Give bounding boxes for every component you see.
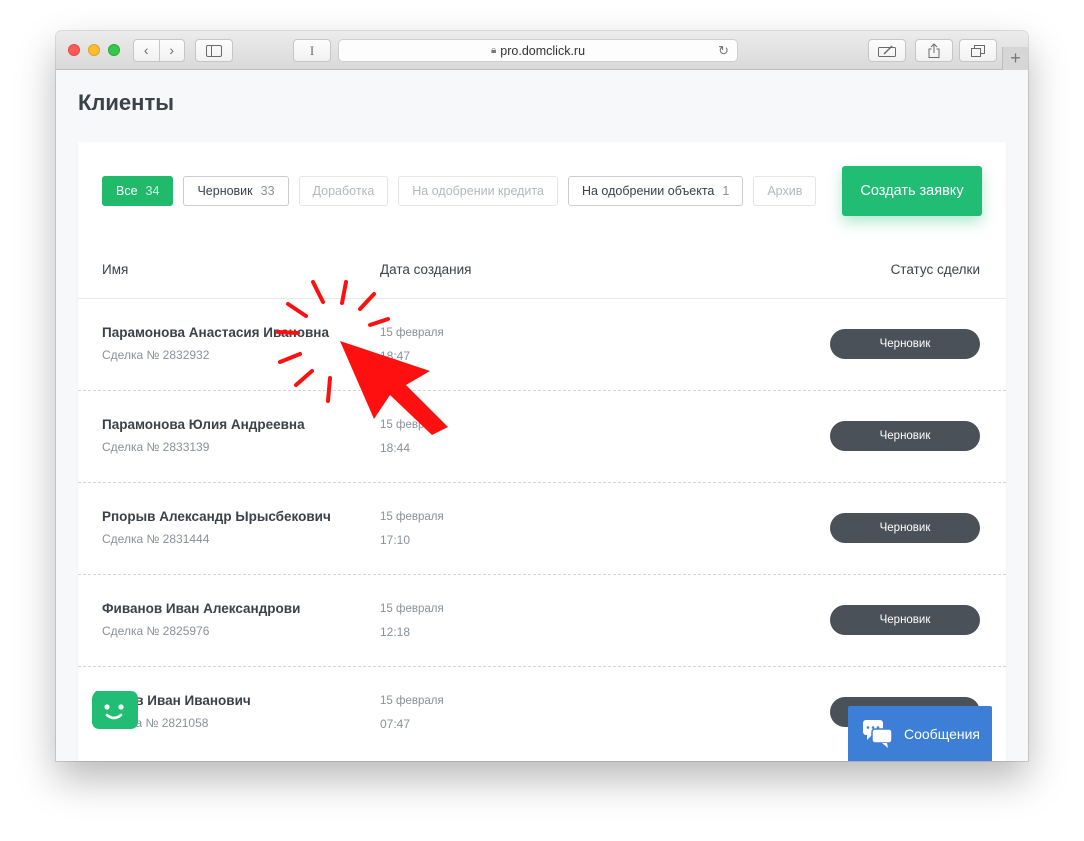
deal-number: ка № 2821058 (130, 716, 209, 730)
messages-widget[interactable]: Сообщения (848, 706, 992, 761)
status-badge: Черновик (830, 513, 980, 543)
zoom-window-button[interactable] (108, 44, 120, 56)
back-button[interactable]: ‹ (134, 40, 160, 61)
chat-bubbles-icon (863, 719, 893, 748)
page-title: Клиенты (78, 90, 175, 115)
deal-number: Сделка № 2825976 (102, 624, 210, 638)
created-time: 18:44 (380, 441, 411, 455)
filter-archive[interactable]: Архив (753, 176, 817, 206)
tabs-overview-button[interactable] (959, 39, 997, 62)
new-tab-button[interactable]: + (1002, 47, 1028, 70)
filter-all[interactable]: Все 34 (102, 176, 174, 206)
tabs-icon (971, 44, 985, 57)
filter-rework[interactable]: Доработка (298, 176, 389, 206)
lock-icon: 🔒︎ (490, 45, 497, 56)
filter-credit-approval[interactable]: На одобрении кредита (398, 176, 558, 206)
status-badge: Черновик (830, 605, 980, 635)
filter-count: 33 (260, 184, 275, 198)
filter-object-approval[interactable]: На одобрении объекта 1 (567, 176, 744, 206)
share-button[interactable] (915, 39, 953, 62)
deal-number: Сделка № 2832932 (102, 348, 210, 362)
filter-label: На одобрении кредита (412, 184, 544, 198)
client-name[interactable]: Парамонова Анастасия Ивановна (102, 325, 329, 340)
nav-buttons: ‹ › (133, 39, 185, 62)
sidebar-toggle-button[interactable] (195, 39, 233, 62)
created-date: 15 февраля (380, 603, 444, 615)
titlebar: ‹ › I 🔒︎ pro.domclick.ru ↻ + (56, 31, 1028, 70)
client-name[interactable]: Рпорыв Александр Ырысбекович (102, 509, 331, 524)
column-header-name[interactable]: Имя (102, 262, 128, 277)
filter-label: Доработка (312, 184, 375, 198)
table-row[interactable]: Рпорыв Александр Ырысбекович Сделка № 28… (78, 483, 1006, 575)
table-row[interactable]: Парамонова Анастасия Ивановна Сделка № 2… (78, 299, 1006, 391)
created-time: 12:18 (380, 625, 411, 639)
status-badge: Черновик (830, 329, 980, 359)
status-badge: Черновик (830, 421, 980, 451)
table-row[interactable]: Парамонова Юлия Андреевна Сделка № 28331… (78, 391, 1006, 483)
deal-number: Сделка № 2831444 (102, 532, 210, 546)
create-request-button[interactable]: Создать заявку (842, 166, 982, 216)
filter-draft[interactable]: Черновик 33 (183, 176, 289, 206)
address-bar[interactable]: 🔒︎ pro.domclick.ru ↻ (338, 39, 738, 62)
markup-button[interactable] (868, 39, 906, 62)
created-date: 15 февраля (380, 695, 444, 707)
filter-label: На одобрении объекта (581, 184, 715, 198)
filter-label: Черновик (197, 184, 253, 198)
created-time: 17:10 (380, 533, 411, 547)
forward-button[interactable]: › (160, 40, 185, 61)
reader-button[interactable]: I (293, 39, 331, 62)
created-date: 15 февраля (380, 419, 444, 431)
browser-window: ‹ › I 🔒︎ pro.domclick.ru ↻ + Клиенты Все… (56, 31, 1028, 761)
filter-label: Архив (767, 184, 803, 198)
chat-bot-icon[interactable] (88, 689, 138, 729)
client-name[interactable]: ов Иван Иванович (127, 693, 251, 708)
reload-icon[interactable]: ↻ (718, 43, 729, 59)
filter-count: 1 (722, 184, 730, 198)
created-time: 07:47 (380, 717, 411, 731)
status-filters: Все 34 Черновик 33 Доработка На одобрении … (102, 176, 817, 206)
clients-card: Все 34 Черновик 33 Доработка На одобрении … (78, 142, 1006, 761)
client-name[interactable]: Фиванов Иван Александрови (102, 601, 300, 616)
pen-icon (878, 44, 896, 57)
deal-number: Сделка № 2833139 (102, 440, 210, 454)
column-header-status[interactable]: Статус сделки (891, 262, 980, 277)
created-date: 15 февраля (380, 511, 444, 523)
minimize-window-button[interactable] (88, 44, 100, 56)
table-row[interactable]: Фиванов Иван Александрови Сделка № 28259… (78, 575, 1006, 667)
messages-label: Сообщения (904, 725, 980, 742)
filter-label: Все (116, 184, 138, 198)
client-name[interactable]: Парамонова Юлия Андреевна (102, 417, 305, 432)
created-date: 15 февраля (380, 327, 444, 339)
filter-count: 34 (145, 184, 160, 198)
table-header: Имя Дата создания Статус сделки (78, 252, 1006, 299)
created-time: 18:47 (380, 349, 411, 363)
close-window-button[interactable] (68, 44, 80, 56)
url-text: pro.domclick.ru (500, 43, 586, 58)
share-icon (928, 43, 940, 58)
sidebar-icon (206, 44, 222, 57)
column-header-date[interactable]: Дата создания (380, 262, 472, 277)
